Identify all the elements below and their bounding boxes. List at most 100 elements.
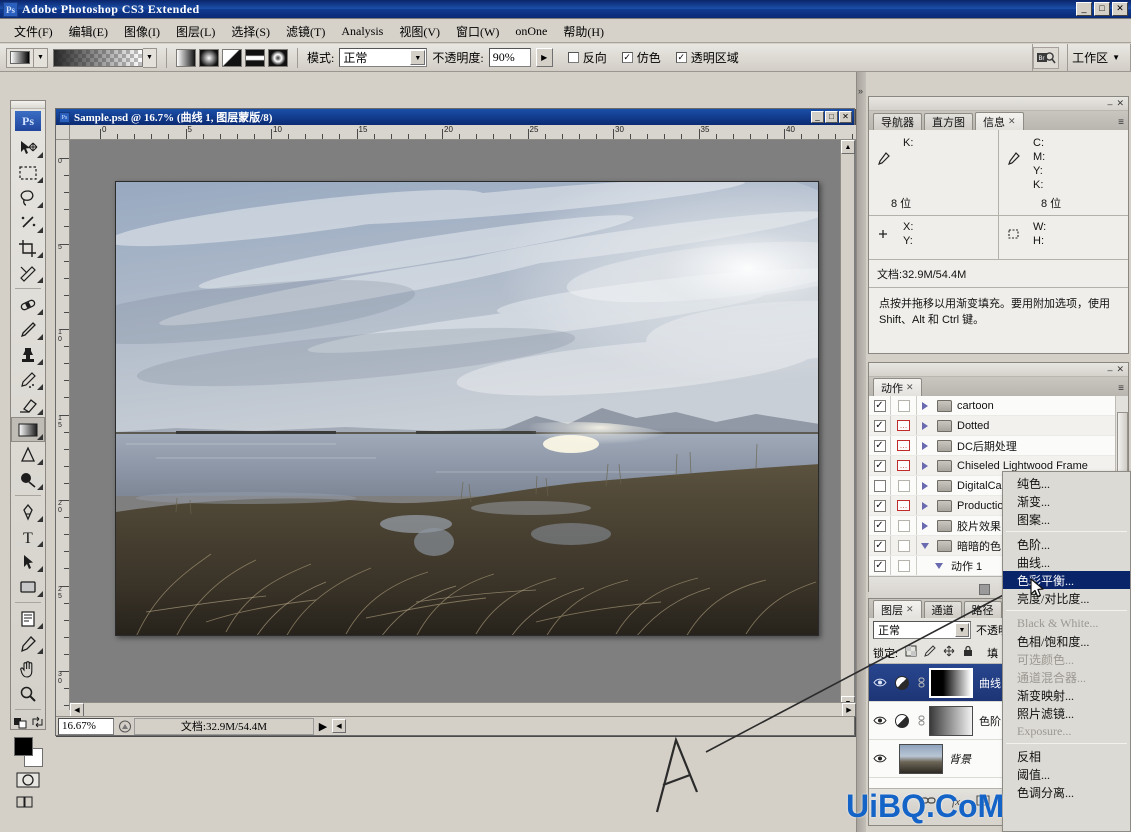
toolbox-grip[interactable] <box>11 101 45 109</box>
context-menu-item[interactable]: 亮度/对比度... <box>1003 589 1130 607</box>
preview-thumbnail-icon[interactable] <box>116 718 134 735</box>
action-toggle-cell[interactable]: ✓ <box>869 396 891 415</box>
chevron-right-icon[interactable] <box>917 521 933 530</box>
action-dialog-toggle-icon[interactable]: … <box>897 420 910 431</box>
context-menu-item[interactable]: 色彩平衡... <box>1003 571 1130 589</box>
eraser-tool-icon[interactable] <box>11 392 45 417</box>
chevron-right-icon[interactable] <box>917 461 933 470</box>
action-dialog-cell[interactable] <box>891 476 917 495</box>
angle-gradient-icon[interactable] <box>222 48 242 67</box>
layer-mask-thumbnail-1[interactable] <box>929 667 973 698</box>
lock-all-icon[interactable] <box>962 645 974 660</box>
actions-panel-collapse-icon[interactable]: ‒ <box>1107 365 1112 375</box>
action-dialog-cell[interactable] <box>891 396 917 415</box>
tab-paths[interactable]: 路径 <box>963 601 1002 618</box>
chevron-right-icon[interactable] <box>917 501 933 510</box>
action-dialog-toggle-icon[interactable]: … <box>897 500 910 511</box>
action-dialog-toggle-icon[interactable] <box>897 399 910 412</box>
action-dialog-toggle-icon[interactable] <box>897 559 910 572</box>
context-menu-item[interactable]: 渐变... <box>1003 492 1130 510</box>
zoom-tool-icon[interactable] <box>11 681 45 706</box>
minimize-button[interactable]: _ <box>1076 2 1092 16</box>
tab-channels[interactable]: 通道 <box>923 601 962 618</box>
notes-tool-icon[interactable] <box>11 606 45 631</box>
tab-layers-close-icon[interactable]: ✕ <box>906 604 914 615</box>
default-colors-icon[interactable] <box>13 715 28 729</box>
action-enabled-checkbox[interactable] <box>873 479 886 492</box>
menu-item-file[interactable]: 文件(F) <box>6 21 61 42</box>
layer-thumbnail-3[interactable] <box>899 743 943 774</box>
foreground-color-swatch[interactable] <box>14 737 33 756</box>
canvas-area[interactable] <box>70 140 856 710</box>
context-menu-item[interactable]: 反相 <box>1003 747 1130 765</box>
menu-item-help[interactable]: 帮助(H) <box>555 21 612 42</box>
link-layers-icon[interactable] <box>920 795 936 809</box>
menu-item-window[interactable]: 窗口(W) <box>448 21 507 42</box>
go-to-bridge-icon[interactable]: Br <box>1033 46 1060 69</box>
lasso-tool-icon[interactable] <box>11 185 45 210</box>
layer-blend-chevron-down-icon[interactable]: ▼ <box>955 623 969 637</box>
close-button[interactable]: ✕ <box>1112 2 1128 16</box>
info-panel-collapse-icon[interactable]: ‒ <box>1107 99 1112 109</box>
menu-item-onone[interactable]: onOne <box>507 22 555 41</box>
diamond-gradient-icon[interactable] <box>268 48 288 67</box>
action-enabled-checkbox[interactable]: ✓ <box>873 399 886 412</box>
hand-tool-icon[interactable] <box>11 656 45 681</box>
gradient-chevron-down-icon[interactable]: ▼ <box>143 47 157 68</box>
rectangular-marquee-tool-icon[interactable] <box>11 160 45 185</box>
action-dialog-toggle-icon[interactable] <box>897 519 910 532</box>
move-tool-icon[interactable] <box>11 135 45 160</box>
action-dialog-cell[interactable]: … <box>891 456 917 475</box>
rectangle-shape-tool-icon[interactable] <box>11 574 45 599</box>
context-menu-item[interactable]: 色调分离... <box>1003 783 1130 801</box>
action-enabled-checkbox[interactable]: ✓ <box>873 419 886 432</box>
action-toggle-cell[interactable]: ✓ <box>869 516 891 535</box>
action-dialog-cell[interactable] <box>891 516 917 535</box>
document-minimize-button[interactable]: _ <box>811 111 824 123</box>
action-enabled-checkbox[interactable]: ✓ <box>873 519 886 532</box>
type-tool-icon[interactable]: T <box>11 524 45 549</box>
transparency-option[interactable]: ✓ 透明区域 <box>675 49 739 66</box>
reflected-gradient-icon[interactable] <box>245 48 265 67</box>
new-adjustment-layer-context-menu[interactable]: 纯色... 渐变... 图案... 色阶... 曲线... 色彩平衡... 亮度/对比度..… <box>1002 471 1131 832</box>
opacity-slider-arrow-icon[interactable]: ▶ <box>535 48 553 67</box>
menu-item-image[interactable]: 图像(I) <box>116 21 168 42</box>
actions-row[interactable]: ✓ … DC后期处理 <box>869 436 1128 456</box>
linear-gradient-icon[interactable] <box>176 48 196 67</box>
dodge-tool-icon[interactable] <box>11 467 45 492</box>
action-dialog-toggle-icon[interactable]: … <box>897 460 910 471</box>
chevron-right-icon[interactable] <box>917 401 933 410</box>
action-dialog-toggle-icon[interactable] <box>897 479 910 492</box>
menu-item-edit[interactable]: 编辑(E) <box>61 21 116 42</box>
quick-mask-mode-icon[interactable] <box>11 769 45 791</box>
document-title-bar[interactable]: Ps Sample.psd @ 16.7% (曲线 1, 图层蒙版/8) _ □… <box>56 109 854 125</box>
action-dialog-toggle-icon[interactable]: … <box>897 440 910 451</box>
action-toggle-cell[interactable]: ✓ <box>869 536 891 555</box>
slice-tool-icon[interactable] <box>11 260 45 285</box>
horizontal-ruler[interactable]: 051015202530354045 <box>70 125 856 140</box>
chevron-right-icon[interactable] <box>917 441 933 450</box>
document-close-button[interactable]: ✕ <box>839 111 852 123</box>
action-dialog-cell[interactable]: … <box>891 436 917 455</box>
action-toggle-cell[interactable]: ✓ <box>869 456 891 475</box>
tab-layers[interactable]: 图层 ✕ <box>873 600 922 618</box>
actions-row[interactable]: ✓ … Dotted <box>869 416 1128 436</box>
lock-image-pixels-icon[interactable] <box>924 645 936 660</box>
action-dialog-cell[interactable]: … <box>891 416 917 435</box>
dock-collapse-chevron-icon[interactable]: » <box>858 86 863 96</box>
menu-item-view[interactable]: 视图(V) <box>391 21 448 42</box>
tab-actions[interactable]: 动作 ✕ <box>873 378 922 396</box>
context-menu-item[interactable]: 阈值... <box>1003 765 1130 783</box>
vertical-scrollbar[interactable]: ▲ ▼ <box>840 140 855 710</box>
image-canvas[interactable] <box>115 181 819 636</box>
context-menu-item[interactable]: 图案... <box>1003 510 1130 528</box>
scroll-up-button[interactable]: ▲ <box>841 140 855 154</box>
context-menu-item[interactable]: 色阶... <box>1003 535 1130 553</box>
screen-mode-icon[interactable] <box>11 791 45 813</box>
action-dialog-cell[interactable]: … <box>891 496 917 515</box>
blend-mode-chevron-down-icon[interactable]: ▼ <box>410 50 426 65</box>
clone-stamp-tool-icon[interactable] <box>11 342 45 367</box>
lock-transparent-pixels-icon[interactable] <box>905 645 917 660</box>
horizontal-scrollbar[interactable]: ◀ ▶ <box>70 702 856 717</box>
mask-link-icon-2[interactable] <box>913 715 929 726</box>
